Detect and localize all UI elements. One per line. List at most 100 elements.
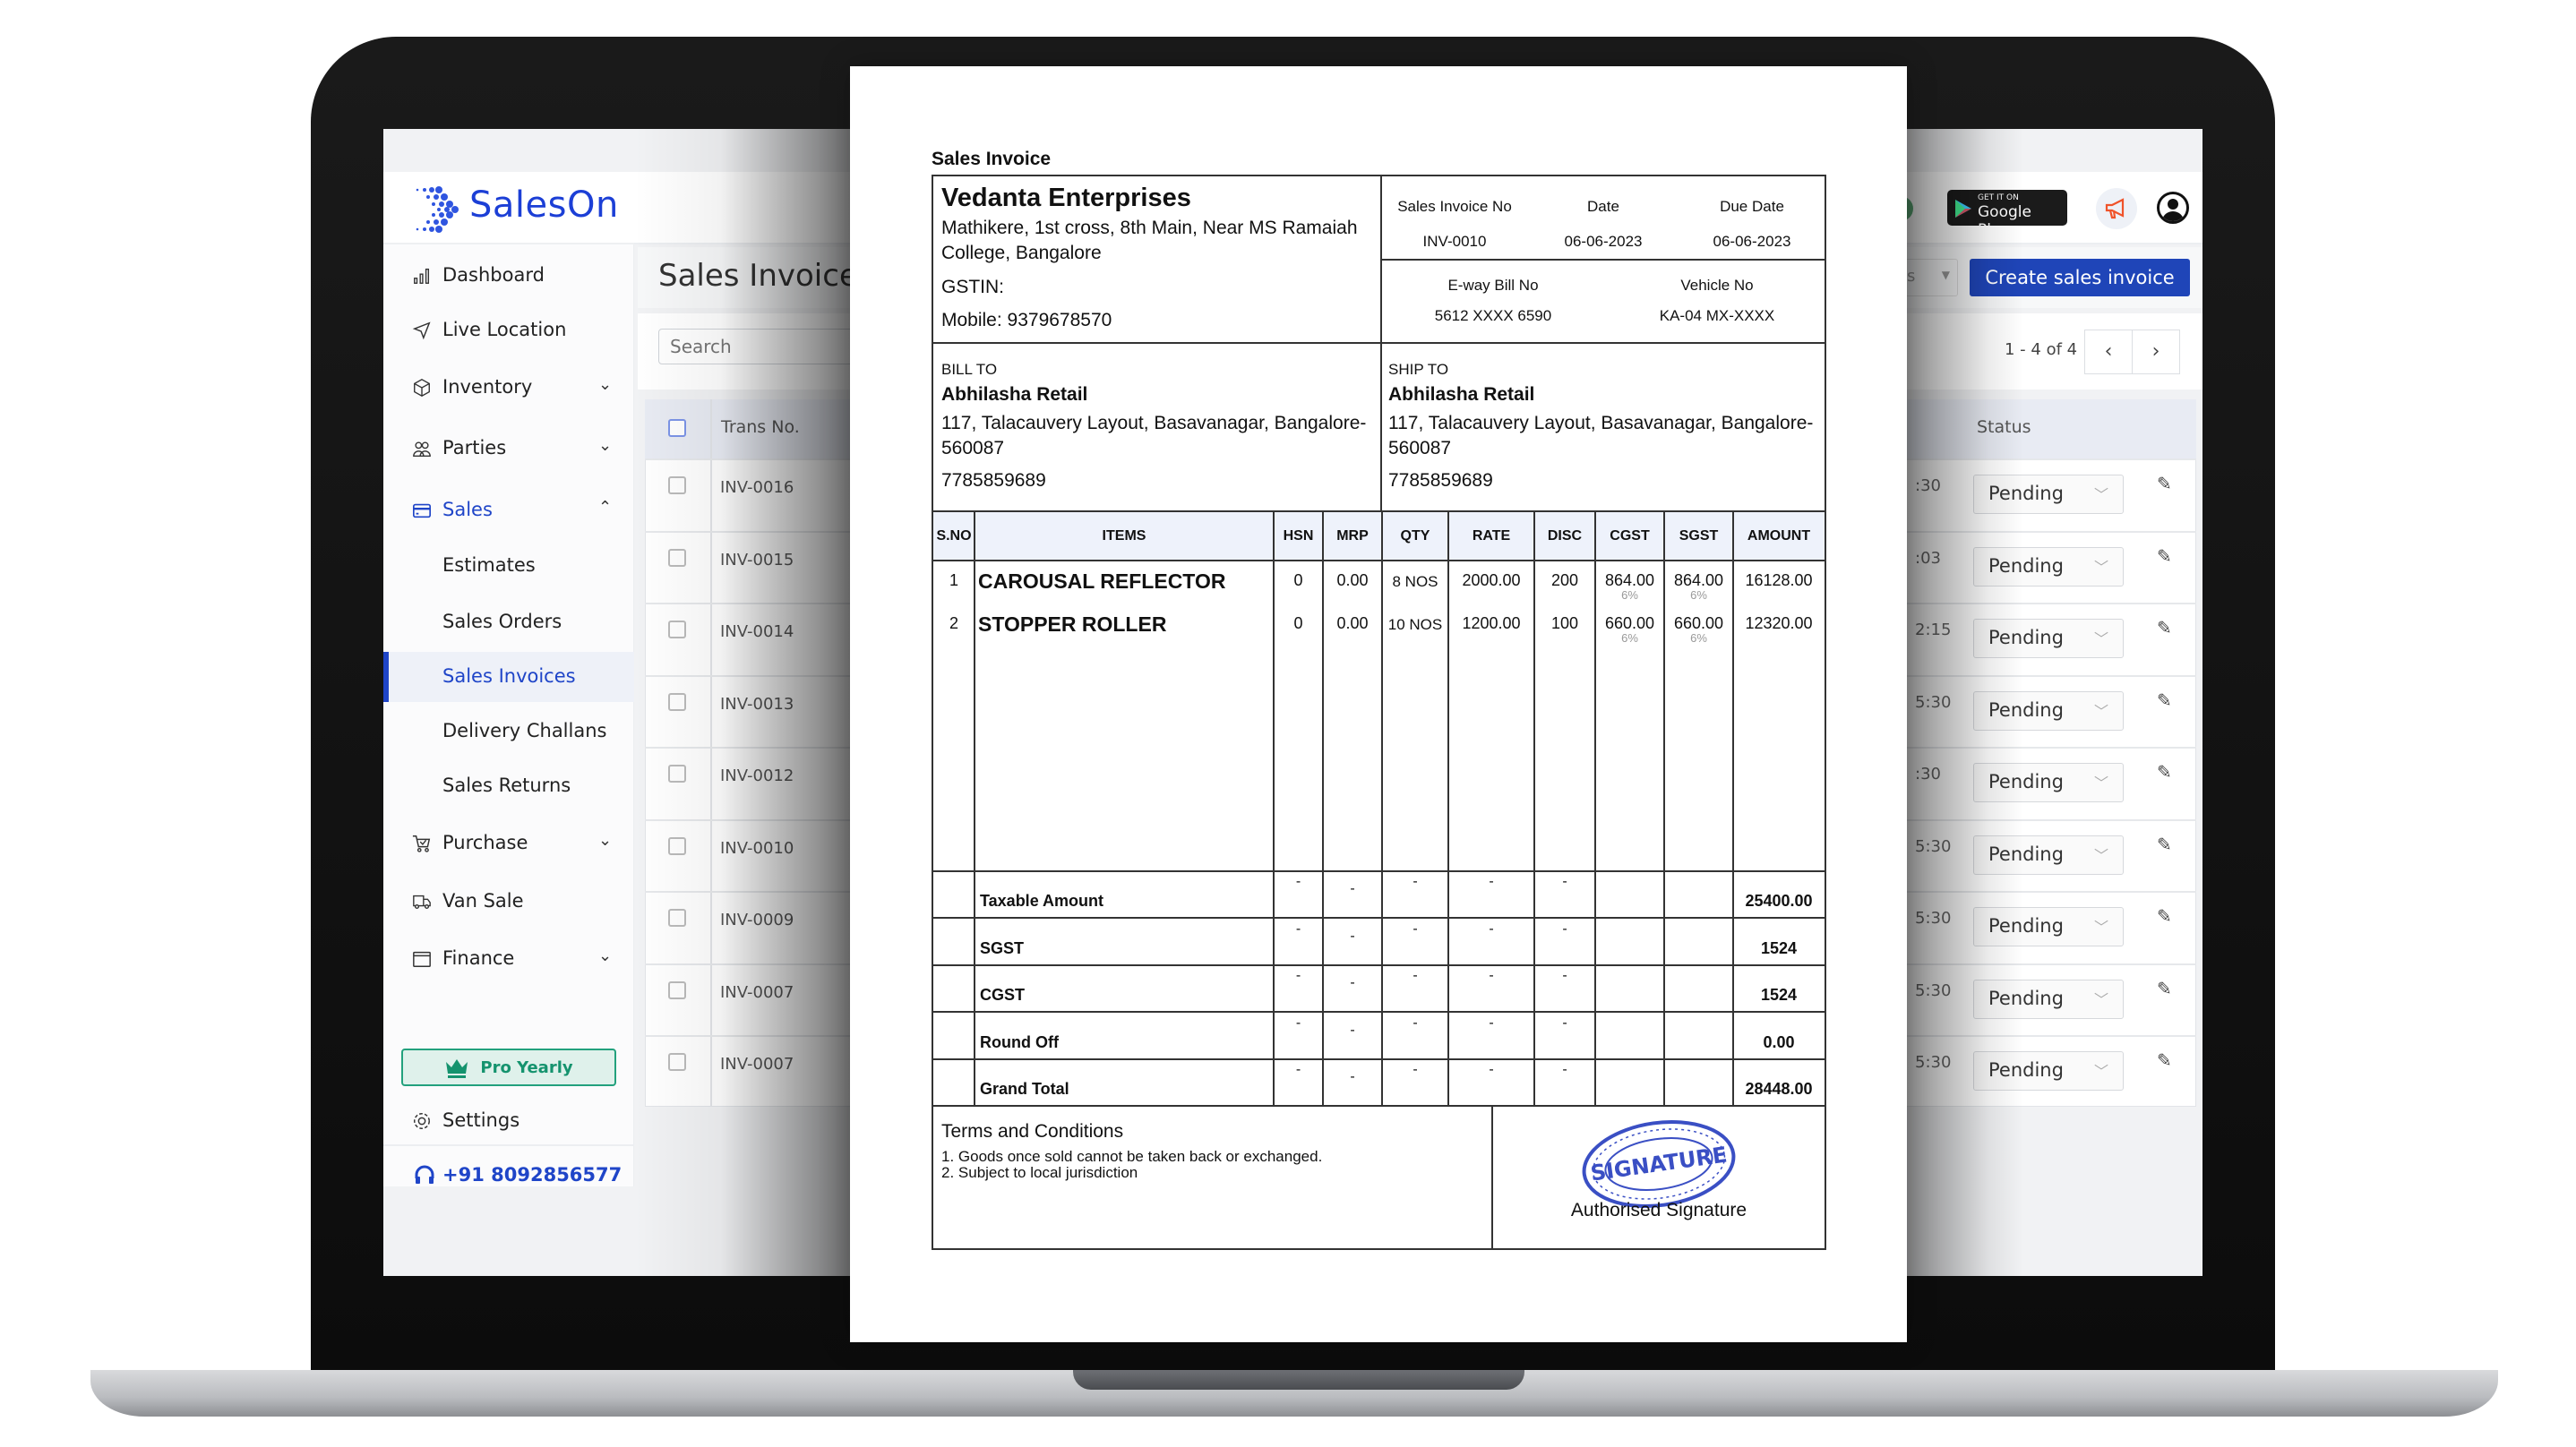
create-sales-invoice-button[interactable]: Create sales invoice [1970, 259, 2190, 296]
ship-to-name: Abhilasha Retail [1388, 384, 1535, 405]
row-checkbox[interactable] [668, 836, 686, 855]
trans-no[interactable]: INV-0016 [720, 478, 794, 497]
row-checkbox[interactable] [668, 476, 686, 494]
edit-icon[interactable]: ✎ [2157, 545, 2172, 567]
sidebar-item-finance[interactable]: Finance ⌄ [383, 934, 634, 984]
col-header-sno: S.NO [933, 512, 975, 560]
headset-icon [415, 1165, 434, 1184]
chevron-up-icon[interactable]: ⌃ [598, 498, 612, 517]
summary-dash: - [1350, 881, 1355, 896]
sidebar-item-label: Van Sale [442, 890, 524, 912]
support-phone-link[interactable]: +91 8092856577 [414, 1164, 622, 1186]
trans-no[interactable]: INV-0007 [720, 1055, 794, 1074]
sidebar-item-purchase[interactable]: Purchase ⌄ [383, 818, 634, 869]
summary-dash: - [1562, 920, 1567, 937]
summary-value: 0.00 [1763, 1032, 1795, 1051]
sidebar-item-live-location[interactable]: Live Location [383, 305, 634, 355]
chevron-down-icon[interactable]: ⌄ [598, 831, 612, 850]
trans-no[interactable]: INV-0007 [720, 983, 794, 1002]
meta-label: Date [1587, 198, 1619, 215]
row-checkbox[interactable] [668, 1053, 686, 1071]
laptop-notch [1073, 1370, 1524, 1390]
sidebar-item-label: Finance [442, 947, 515, 969]
sidebar-item-sales[interactable]: Sales ⌃ [383, 485, 634, 535]
row-time: 5:30 [1915, 692, 1952, 712]
prev-page-button[interactable]: ‹ [2084, 330, 2133, 374]
item-amount-value: 12320.00 [1745, 614, 1813, 632]
summary-dash: - [1350, 1022, 1355, 1038]
summary-value: 25400.00 [1745, 892, 1813, 910]
logo[interactable]: SalesOn [383, 172, 634, 244]
row-checkbox[interactable] [668, 548, 686, 567]
sidebar-item-inventory[interactable]: Inventory ⌄ [383, 363, 634, 413]
sidebar-item-sales-invoices[interactable]: Sales Invoices [383, 652, 634, 702]
row-checkbox[interactable] [668, 765, 686, 783]
status-select[interactable]: Pending ﹀ [1973, 1051, 2124, 1091]
trans-no[interactable]: INV-0013 [720, 695, 794, 714]
status-select[interactable]: Pending ﹀ [1973, 619, 2124, 658]
bar-chart-icon [414, 268, 430, 284]
sidebar-item-label: Inventory [442, 376, 533, 398]
status-select[interactable]: Pending ﹀ [1973, 475, 2124, 514]
edit-icon[interactable]: ✎ [2157, 834, 2172, 855]
col-header-amount: AMOUNT [1733, 512, 1825, 560]
status-select[interactable]: Pending ﹀ [1973, 546, 2124, 587]
status-select[interactable]: Pending ﹀ [1973, 690, 2124, 731]
divider [933, 870, 1825, 872]
item-disc-value: 200 [1550, 571, 1579, 589]
status-select[interactable]: Pending ﹀ [1973, 907, 2124, 946]
edit-icon[interactable]: ✎ [2157, 1049, 2172, 1071]
summary-dash: - [1295, 1015, 1301, 1031]
sidebar-item-sales-returns[interactable]: Sales Returns [383, 761, 634, 811]
row-checkbox[interactable] [668, 621, 686, 638]
edit-icon[interactable]: ✎ [2157, 978, 2172, 999]
divider [933, 917, 1825, 919]
chevron-down-icon[interactable]: ⌄ [598, 436, 612, 455]
divider [1380, 259, 1826, 261]
caret-down-icon: ▼ [1941, 269, 1950, 281]
user-avatar[interactable] [2157, 192, 2189, 224]
edit-icon[interactable]: ✎ [2157, 761, 2172, 783]
sidebar-item-dashboard[interactable]: Dashboard [383, 251, 634, 301]
select-all-checkbox[interactable] [668, 419, 686, 437]
item-rate-value: 2000.00 [1462, 571, 1521, 589]
edit-icon[interactable]: ✎ [2157, 617, 2172, 638]
row-time: 2:15 [1915, 621, 1952, 639]
trans-no[interactable]: INV-0009 [720, 911, 794, 929]
sidebar-item-estimates[interactable]: Estimates [383, 541, 634, 591]
summary-dash: - [1350, 975, 1355, 991]
row-checkbox[interactable] [668, 980, 686, 999]
status-select[interactable]: Pending ﹀ [1973, 835, 2124, 875]
sidebar-item-settings[interactable]: Settings [383, 1096, 634, 1146]
sidebar-item-delivery-challans[interactable]: Delivery Challans [383, 706, 634, 757]
meta-value: 06-06-2023 [1713, 233, 1791, 250]
row-checkbox[interactable] [668, 909, 686, 927]
status-select[interactable]: Pending ﹀ [1973, 979, 2124, 1019]
column-divider [1663, 512, 1665, 1107]
trans-no[interactable]: INV-0010 [720, 839, 794, 858]
sidebar-item-van-sale[interactable]: Van Sale [383, 877, 634, 927]
trans-no[interactable]: INV-0014 [720, 622, 794, 641]
google-play-badge[interactable]: GET IT ON Google Play [1947, 190, 2067, 239]
chevron-down-icon[interactable]: ⌄ [598, 375, 612, 394]
announcements-button[interactable] [2096, 188, 2137, 229]
filter-select[interactable]: s ▼ [1899, 259, 1958, 296]
status-select[interactable]: Pending ﹀ [1973, 763, 2124, 802]
trans-no[interactable]: INV-0012 [720, 766, 794, 785]
trans-no[interactable]: INV-0015 [720, 551, 794, 569]
edit-icon[interactable]: ✎ [2157, 689, 2172, 711]
item-rate-value: 1200.00 [1462, 614, 1521, 632]
edit-icon[interactable]: ✎ [2157, 473, 2172, 494]
next-page-button[interactable]: › [2132, 330, 2180, 374]
chevron-down-icon[interactable]: ⌄ [598, 946, 612, 965]
vehicle-label: Vehicle No [1680, 277, 1754, 294]
item-sno: 1 [933, 571, 975, 590]
card-icon [413, 503, 431, 518]
item-amount-value: 16128.00 [1745, 571, 1813, 589]
item-name: STOPPER ROLLER [975, 612, 1274, 637]
edit-icon[interactable]: ✎ [2157, 905, 2172, 927]
sidebar-item-parties[interactable]: Parties ⌄ [383, 424, 634, 474]
row-checkbox[interactable] [668, 692, 686, 711]
pro-yearly-button[interactable]: Pro Yearly [401, 1049, 616, 1086]
sidebar-item-sales-orders[interactable]: Sales Orders [383, 597, 634, 647]
